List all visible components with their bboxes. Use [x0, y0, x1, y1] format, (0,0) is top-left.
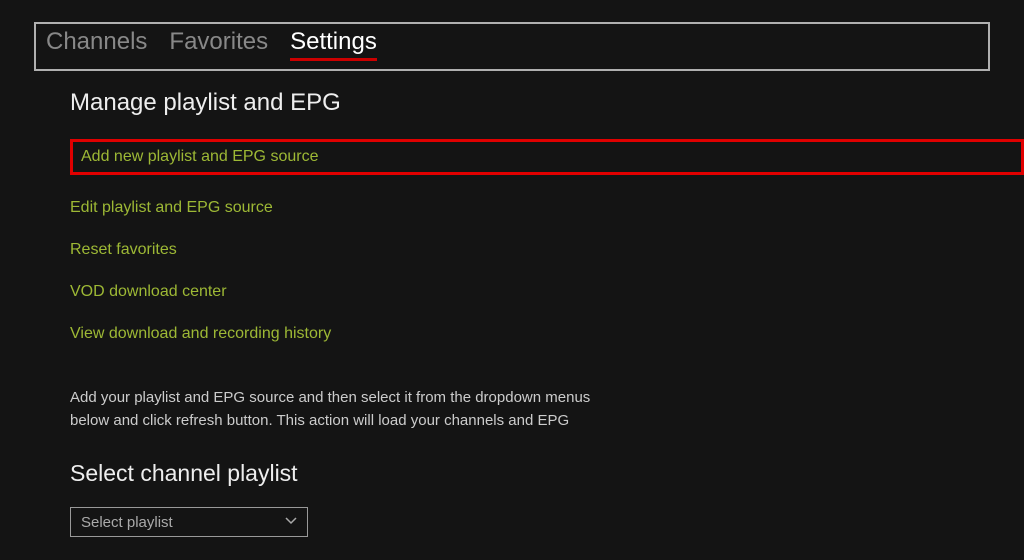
instructions-text: Add your playlist and EPG source and the…	[70, 387, 630, 432]
tab-channels[interactable]: Channels	[46, 28, 147, 61]
option-reset-favorites[interactable]: Reset favorites	[70, 241, 1024, 259]
option-edit-playlist[interactable]: Edit playlist and EPG source	[70, 199, 1024, 217]
tab-settings[interactable]: Settings	[290, 28, 377, 61]
option-add-new-playlist[interactable]: Add new playlist and EPG source	[81, 148, 318, 166]
select-section-title: Select channel playlist	[70, 460, 1024, 487]
tab-bar: Channels Favorites Settings	[34, 22, 990, 71]
settings-content: Manage playlist and EPG Add new playlist…	[0, 71, 1024, 537]
manage-section-title: Manage playlist and EPG	[70, 89, 1024, 117]
option-vod-download[interactable]: VOD download center	[70, 283, 1024, 301]
tab-favorites[interactable]: Favorites	[169, 28, 268, 61]
option-view-history[interactable]: View download and recording history	[70, 325, 1024, 343]
highlight-box: Add new playlist and EPG source	[70, 139, 1024, 175]
dropdown-label: Select playlist	[81, 514, 173, 531]
chevron-down-icon	[285, 516, 297, 528]
options-list: Add new playlist and EPG source Edit pla…	[70, 139, 1024, 343]
playlist-dropdown[interactable]: Select playlist	[70, 507, 308, 537]
highlight-annotation: Add new playlist and EPG source	[70, 139, 1024, 175]
